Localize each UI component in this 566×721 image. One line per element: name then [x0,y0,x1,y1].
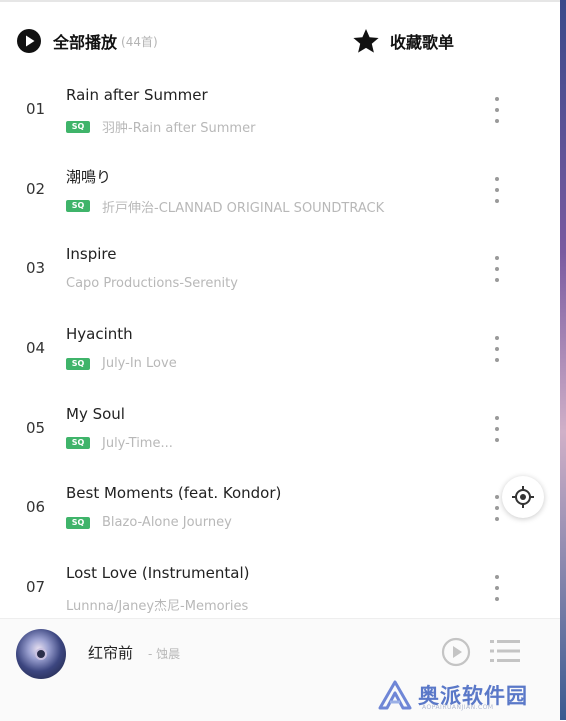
song-artist: 折戸伸治-CLANNAD ORIGINAL SOUNDTRACK [102,200,385,216]
now-playing-title: 红帘前 [88,644,134,662]
song-row[interactable]: 04 Hyacinth SQ July-In Love [0,314,560,394]
more-dot [495,108,499,112]
play-all-button[interactable]: 全部播放 (44首) [16,28,158,54]
now-playing-artist: - 蚀晨 [148,647,181,661]
song-title: My Soul [66,404,125,423]
song-meta: Lunnna/Janey杰尼-Memories [66,595,248,614]
sq-badge: SQ [66,200,90,213]
song-title: Rain after Summer [66,86,208,104]
song-artist: Capo Productions-Serenity [66,276,238,292]
song-row[interactable]: 01 Rain after Summer SQ 羽肿-Rain after Summe… [0,75,560,155]
watermark-url: AOPAIRUANJIAN.COM [422,704,494,711]
more-dot [495,97,499,101]
more-dot [495,575,499,580]
more-dot [495,437,499,442]
more-dot [495,586,499,591]
more-dot [495,506,499,511]
song-meta: Capo Productions-Serenity [66,276,238,291]
more-dot [495,256,499,261]
more-dot [495,347,499,352]
song-meta: SQ Blazo-Alone Journey [66,515,232,530]
song-artist: Blazo-Alone Journey [102,515,232,531]
more-vertical-icon[interactable] [490,97,504,123]
song-title: 潮鳴り [66,167,112,186]
sq-badge: SQ [66,516,90,529]
more-dot [495,415,499,420]
song-row[interactable]: 02 潮鳴り SQ 折戸伸治-CLANNAD ORIGINAL SOUNDTRACK [0,155,560,235]
more-vertical-icon[interactable] [490,176,504,203]
song-meta: SQ July-Time... [66,436,173,451]
song-number: 05 [26,418,46,437]
locate-icon [512,486,534,508]
song-row[interactable]: 03 Inspire Capo Productions-Serenity [0,234,560,314]
more-vertical-icon[interactable] [490,336,504,363]
more-dot [495,426,499,431]
album-cover[interactable] [16,629,66,679]
song-artist: Lunnna/Janey杰尼-Memories [66,599,249,615]
playlist-header: 全部播放 (44首) 收藏歌单 [0,24,560,60]
more-dot [495,267,499,272]
star-icon [353,29,379,53]
playlist-icon[interactable] [490,639,520,663]
song-number: 06 [26,498,46,517]
more-dot [495,187,499,192]
song-title: Hyacinth [66,325,133,344]
more-dot [495,495,499,500]
song-row[interactable]: 05 My Soul SQ July-Time... [0,394,560,474]
song-number: 07 [26,578,46,597]
song-number: 03 [26,259,46,278]
song-list: 01 Rain after Summer SQ 羽肿-Rain after Summe… [0,75,560,633]
song-meta: SQ 羽肿-Rain after Summer [66,117,255,136]
more-dot [495,119,499,123]
song-number: 04 [26,339,46,358]
sheet-top-edge [0,0,560,2]
song-artist: July-Time... [102,435,173,451]
background-strip [560,0,566,720]
song-artist: July-In Love [102,356,177,372]
song-title: Best Moments (feat. Kondor) [66,484,282,503]
logo-icon [378,680,412,710]
song-number: 01 [26,100,46,118]
play-circle-icon [17,29,41,53]
song-title: Inspire [66,245,117,264]
song-number: 02 [26,179,46,198]
more-dot [495,336,499,341]
more-vertical-icon[interactable] [490,575,504,602]
more-dot [495,358,499,363]
more-dot [495,198,499,203]
collect-label: 收藏歌单 [390,33,455,52]
sq-badge: SQ [66,357,90,370]
watermark: 奥派软件园 AOPAIRUANJIAN.COM [378,672,558,718]
song-row[interactable]: 06 Best Moments (feat. Kondor) SQ Blazo-Alo… [0,473,560,553]
collect-playlist-button[interactable]: 收藏歌单 [352,28,454,54]
song-count: (44首) [121,34,158,49]
sq-badge: SQ [66,120,90,133]
sq-badge: SQ [66,437,90,450]
more-dot [495,597,499,602]
more-vertical-icon[interactable] [490,415,504,442]
song-meta: SQ 折戸伸治-CLANNAD ORIGINAL SOUNDTRACK [66,197,384,216]
more-vertical-icon[interactable] [490,256,504,283]
song-artist: 羽肿-Rain after Summer [102,121,256,136]
cover-center [35,648,47,660]
more-dot [495,176,499,181]
more-dot [495,517,499,522]
more-dot [495,278,499,283]
song-meta: SQ July-In Love [66,356,177,371]
locate-current-button[interactable] [502,476,544,518]
song-title: Lost Love (Instrumental) [66,564,250,583]
play-outline-icon[interactable] [441,637,471,667]
play-all-label: 全部播放 [53,33,118,52]
